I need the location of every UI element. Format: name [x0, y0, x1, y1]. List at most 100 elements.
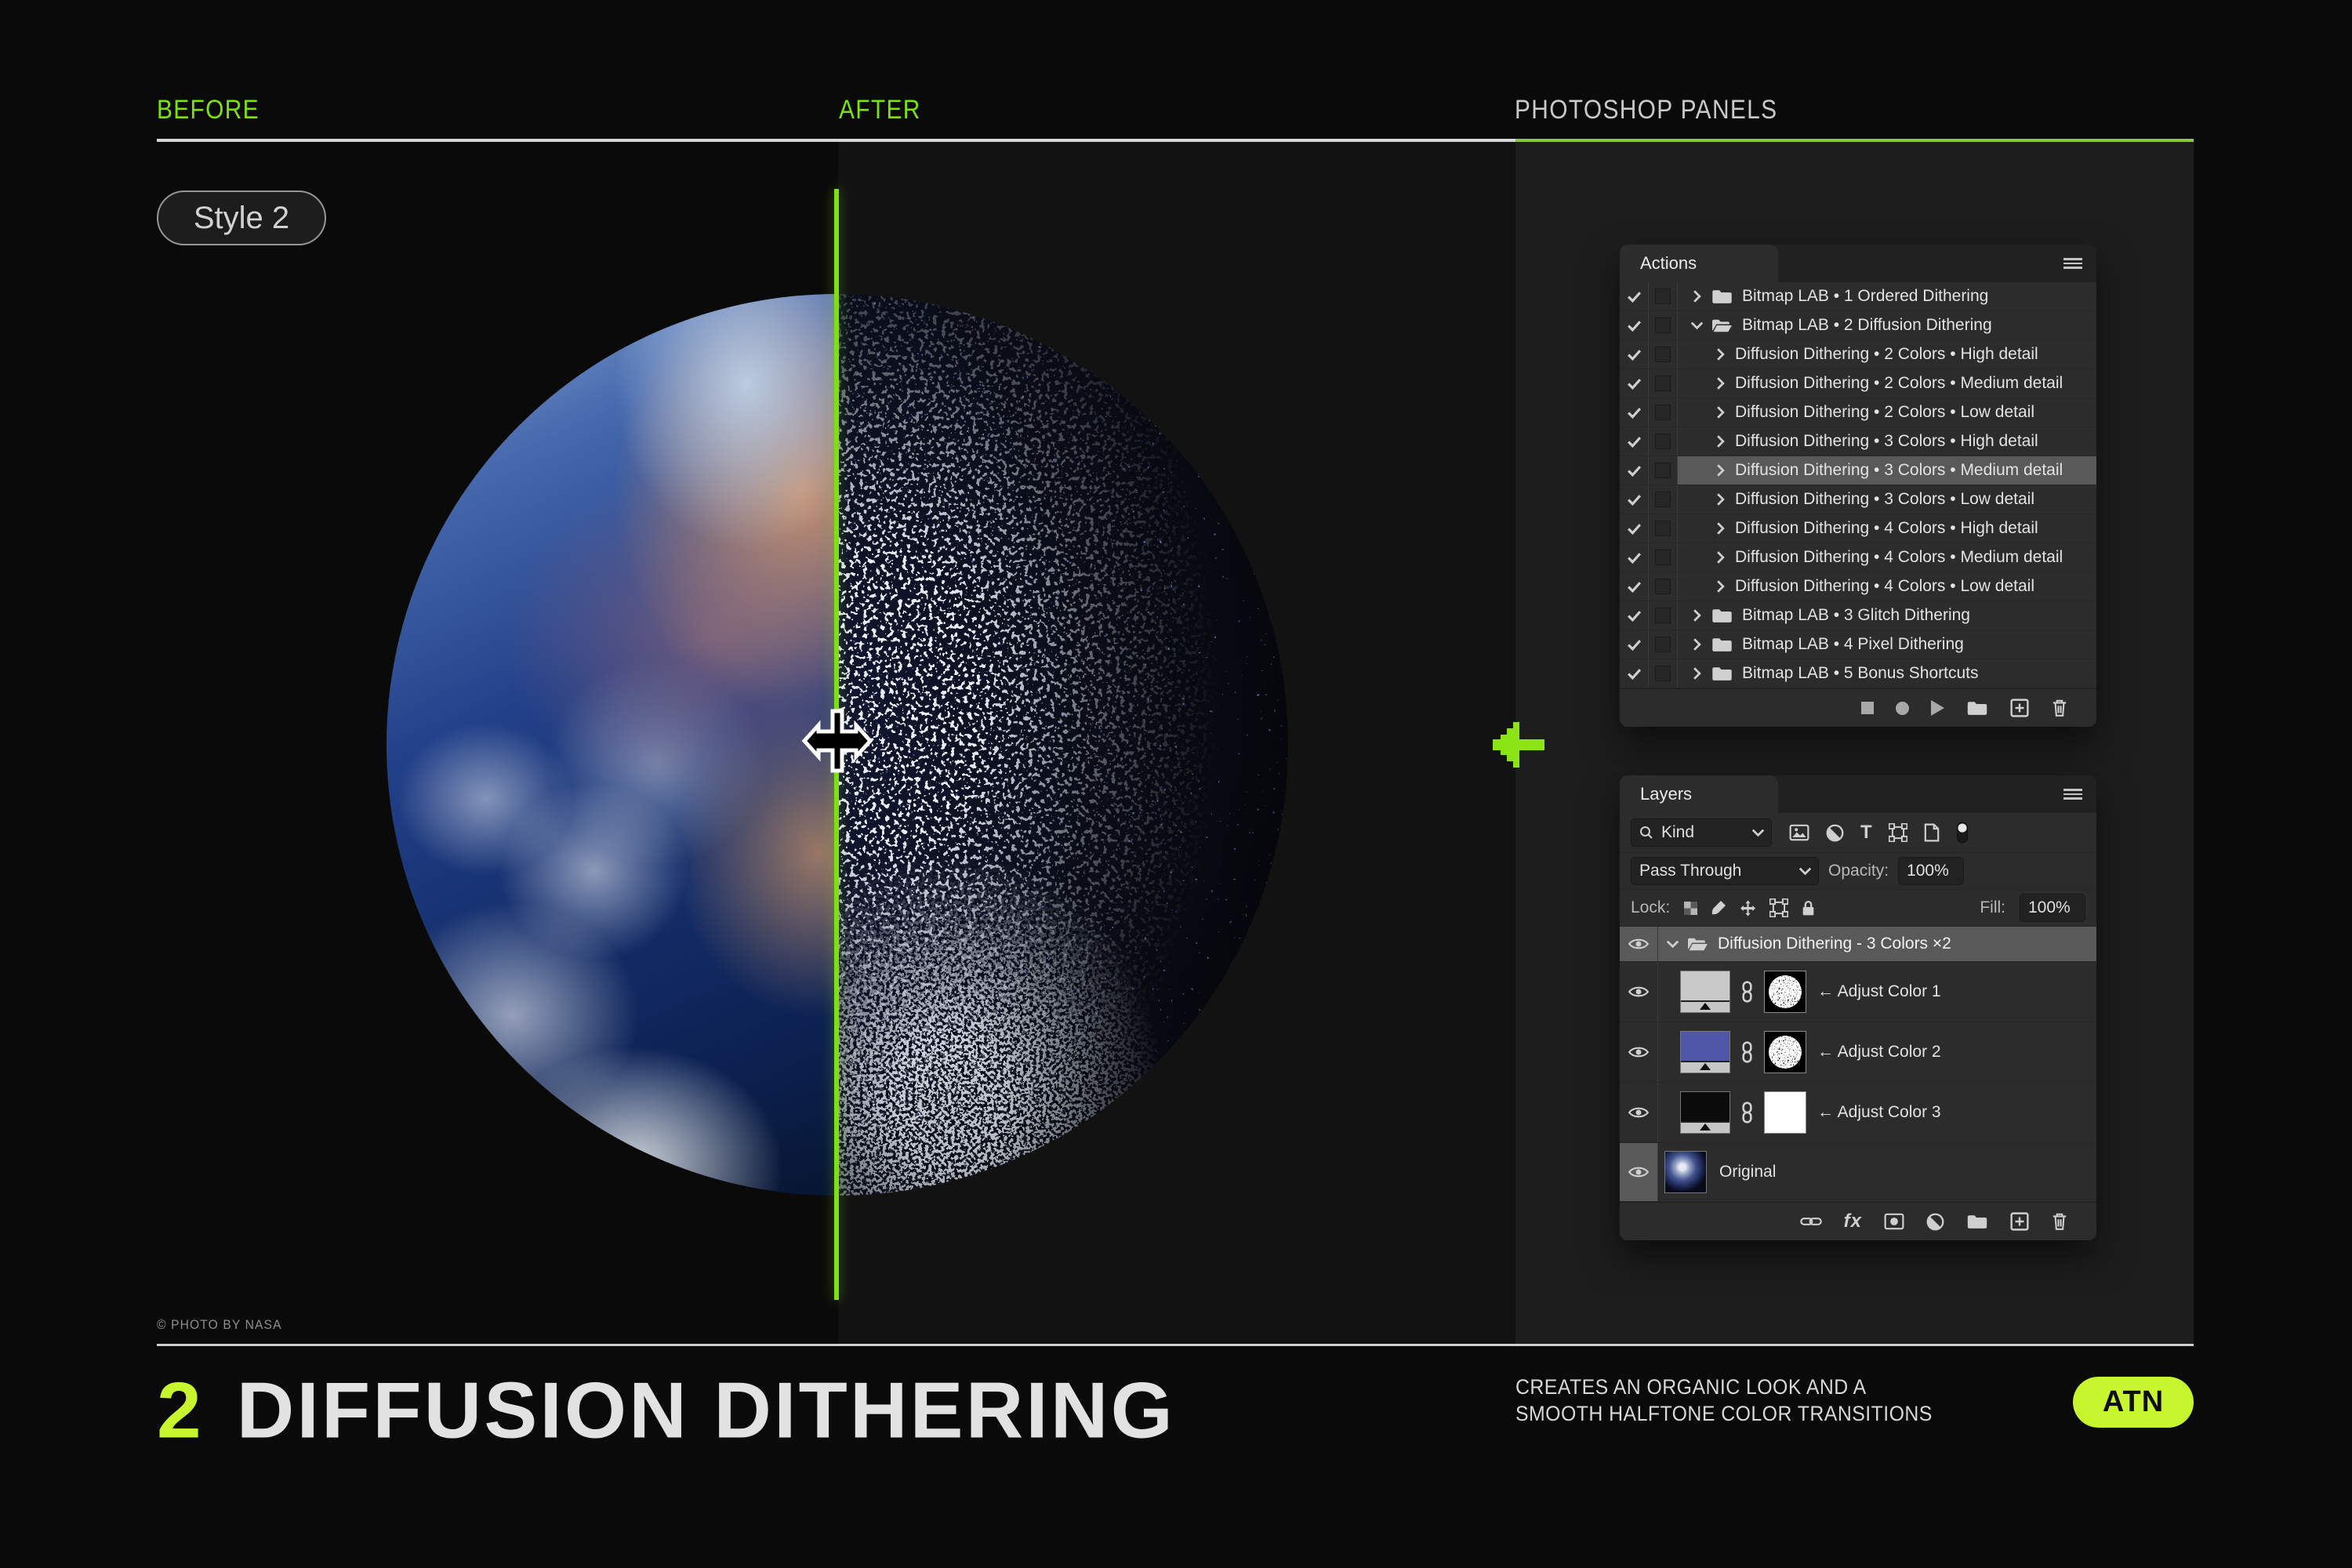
lock-all-icon[interactable] [1802, 900, 1815, 916]
panel-menu-icon[interactable] [2063, 789, 2082, 800]
action-check-icon[interactable] [1620, 485, 1649, 514]
adjustment-thumbnail[interactable] [1680, 1031, 1730, 1073]
layer-mask-thumbnail[interactable] [1764, 1031, 1806, 1073]
lock-transparency-icon[interactable] [1684, 902, 1697, 915]
layer-row-group-selected[interactable]: Diffusion Dithering - 3 Colors ×2 [1620, 927, 2096, 962]
lock-artboard-icon[interactable] [1769, 898, 1788, 917]
action-dialog-toggle[interactable] [1649, 630, 1678, 659]
action-check-icon[interactable] [1620, 572, 1649, 601]
mask-link-icon[interactable] [1741, 1041, 1753, 1063]
action-dialog-toggle[interactable] [1649, 485, 1678, 514]
action-check-icon[interactable] [1620, 630, 1649, 659]
link-layers-button[interactable] [1800, 1215, 1822, 1228]
action-row[interactable]: Diffusion Dithering • 2 Colors • High de… [1620, 340, 2096, 369]
action-row[interactable]: Diffusion Dithering • 2 Colors • Medium … [1620, 369, 2096, 398]
visibility-eye-icon[interactable] [1620, 1022, 1658, 1082]
record-button[interactable] [1896, 702, 1909, 715]
layer-row[interactable]: ← Adjust Color 2 [1620, 1022, 2096, 1083]
layer-row[interactable]: Original [1620, 1143, 2096, 1202]
add-mask-button[interactable] [1884, 1213, 1904, 1230]
layer-row[interactable]: ← Adjust Color 3 [1620, 1083, 2096, 1143]
visibility-eye-icon[interactable] [1620, 1143, 1658, 1201]
action-check-icon[interactable] [1620, 369, 1649, 397]
action-row[interactable]: Diffusion Dithering • 2 Colors • Low det… [1620, 398, 2096, 427]
visibility-eye-icon[interactable] [1620, 1083, 1658, 1142]
blend-mode-dropdown[interactable]: Pass Through [1631, 857, 1819, 885]
filter-toggle-icon[interactable] [1956, 822, 1969, 844]
action-dialog-toggle[interactable] [1649, 369, 1678, 397]
chevron-right-icon[interactable] [1715, 434, 1726, 448]
action-row[interactable]: Diffusion Dithering • 4 Colors • High de… [1620, 514, 2096, 543]
adjustment-thumbnail[interactable] [1680, 971, 1730, 1013]
action-check-icon[interactable] [1620, 659, 1649, 688]
action-row[interactable]: Diffusion Dithering • 4 Colors • Low det… [1620, 572, 2096, 601]
action-dialog-toggle[interactable] [1649, 572, 1678, 601]
chevron-right-icon[interactable] [1692, 289, 1702, 303]
action-check-icon[interactable] [1620, 282, 1649, 310]
action-dialog-toggle[interactable] [1649, 601, 1678, 630]
filter-smart-objects-icon[interactable] [1924, 823, 1940, 842]
chevron-right-icon[interactable] [1715, 579, 1726, 593]
layer-mask-thumbnail[interactable] [1764, 1091, 1806, 1134]
chevron-down-icon[interactable] [1690, 321, 1704, 331]
filter-shape-layers-icon[interactable] [1889, 823, 1907, 842]
new-action-button[interactable] [2010, 699, 2029, 717]
filter-pixel-layers-icon[interactable] [1789, 824, 1809, 841]
filter-type-layers-icon[interactable]: T [1860, 823, 1872, 842]
chevron-right-icon[interactable] [1715, 376, 1726, 390]
action-check-icon[interactable] [1620, 340, 1649, 368]
move-cursor-icon[interactable] [790, 706, 884, 784]
new-layer-button[interactable] [2010, 1212, 2029, 1231]
actions-tab[interactable]: Actions [1620, 245, 1778, 282]
action-dialog-toggle[interactable] [1649, 311, 1678, 339]
mask-link-icon[interactable] [1741, 1102, 1753, 1123]
action-row[interactable]: Bitmap LAB • 5 Bonus Shortcuts [1620, 659, 2096, 688]
chevron-right-icon[interactable] [1715, 492, 1726, 506]
chevron-down-icon[interactable] [1666, 939, 1680, 949]
action-check-icon[interactable] [1620, 601, 1649, 630]
lock-pixels-brush-icon[interactable] [1711, 900, 1726, 916]
action-check-icon[interactable] [1620, 456, 1649, 485]
action-dialog-toggle[interactable] [1649, 398, 1678, 426]
mask-link-icon[interactable] [1741, 981, 1753, 1003]
panel-menu-icon[interactable] [2063, 258, 2082, 269]
action-check-icon[interactable] [1620, 311, 1649, 339]
chevron-right-icon[interactable] [1692, 666, 1702, 681]
action-row-selected[interactable]: Diffusion Dithering • 3 Colors • Medium … [1620, 456, 2096, 485]
opacity-dropdown[interactable]: 100% [1898, 857, 1964, 885]
action-row[interactable]: Diffusion Dithering • 3 Colors • High de… [1620, 427, 2096, 456]
stop-button[interactable] [1861, 702, 1874, 714]
action-row[interactable]: Diffusion Dithering • 3 Colors • Low det… [1620, 485, 2096, 514]
layer-thumbnail[interactable] [1664, 1151, 1707, 1193]
action-dialog-toggle[interactable] [1649, 340, 1678, 368]
chevron-right-icon[interactable] [1715, 405, 1726, 419]
action-dialog-toggle[interactable] [1649, 456, 1678, 485]
action-row[interactable]: Bitmap LAB • 2 Diffusion Dithering [1620, 311, 2096, 340]
action-row[interactable]: Diffusion Dithering • 4 Colors • Medium … [1620, 543, 2096, 572]
delete-button[interactable] [2051, 699, 2068, 717]
new-group-button[interactable] [1966, 1214, 1988, 1229]
layer-row[interactable]: ← Adjust Color 1 [1620, 962, 2096, 1022]
action-dialog-toggle[interactable] [1649, 543, 1678, 572]
delete-layer-button[interactable] [2051, 1212, 2068, 1231]
layers-tab[interactable]: Layers [1620, 775, 1778, 813]
chevron-right-icon[interactable] [1715, 347, 1726, 361]
action-check-icon[interactable] [1620, 398, 1649, 426]
play-button[interactable] [1931, 700, 1944, 716]
chevron-right-icon[interactable] [1715, 550, 1726, 564]
adjustment-thumbnail[interactable] [1680, 1091, 1730, 1134]
visibility-eye-icon[interactable] [1620, 962, 1658, 1022]
action-dialog-toggle[interactable] [1649, 514, 1678, 543]
chevron-right-icon[interactable] [1692, 608, 1702, 622]
action-check-icon[interactable] [1620, 427, 1649, 456]
chevron-right-icon[interactable] [1715, 521, 1726, 535]
layer-effects-button[interactable]: fx [1844, 1210, 1862, 1232]
chevron-right-icon[interactable] [1715, 463, 1726, 477]
fill-dropdown[interactable]: 100% [2020, 894, 2085, 922]
filter-adjustment-layers-icon[interactable] [1826, 824, 1844, 842]
new-set-folder-button[interactable] [1966, 700, 1988, 716]
action-check-icon[interactable] [1620, 514, 1649, 543]
filter-kind-dropdown[interactable]: Kind [1631, 818, 1772, 847]
visibility-eye-icon[interactable] [1620, 927, 1658, 961]
add-adjustment-button[interactable] [1926, 1213, 1944, 1231]
